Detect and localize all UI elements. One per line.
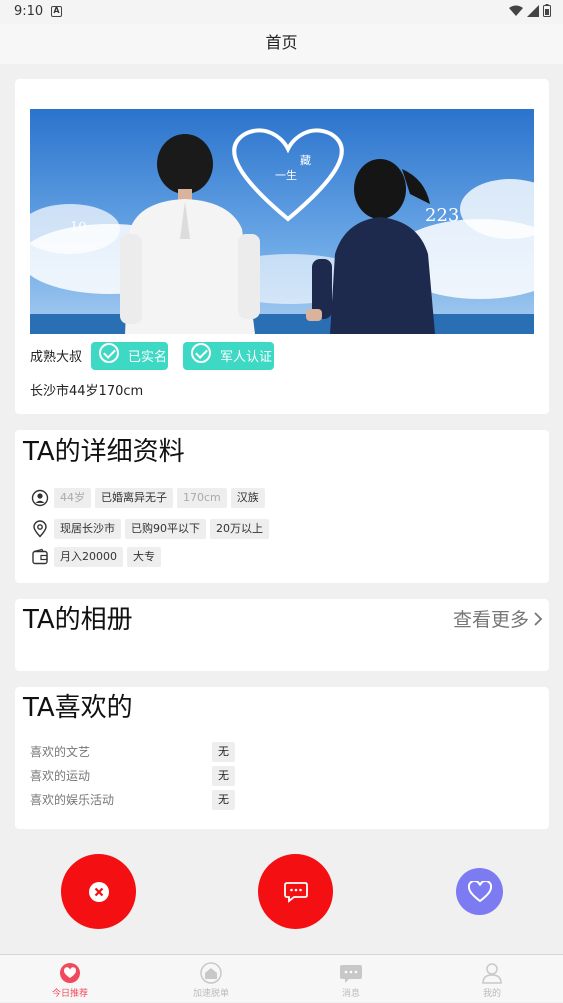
like-row-entertainment: 喜欢的娱乐活动 无 — [30, 790, 330, 815]
user-icon — [482, 963, 502, 984]
chevron-right-icon — [534, 611, 543, 626]
top-app-bar: 首页 — [0, 24, 563, 64]
likes-list: 喜欢的文艺 无 喜欢的运动 无 喜欢的娱乐活动 无 — [30, 742, 330, 815]
tag-housing: 已购90平以下 — [125, 519, 206, 539]
tag-height: 170cm — [177, 488, 227, 508]
verified-badge-label: 已实名 — [128, 350, 168, 365]
chat-icon — [283, 881, 308, 903]
photo-text-1: 一生 — [275, 168, 297, 182]
view-more-link[interactable]: 查看更多 — [453, 605, 543, 632]
nickname: 成熟大叔 — [30, 350, 83, 365]
notification-icon: A — [51, 6, 62, 17]
photo-text-3: 10 — [70, 220, 87, 235]
home-icon — [200, 962, 222, 984]
close-icon — [88, 881, 109, 902]
like-row-sports: 喜欢的运动 无 — [30, 766, 330, 791]
tag-education: 大专 — [127, 547, 161, 567]
view-more-label: 查看更多 — [452, 609, 529, 631]
album-title: TA的相册 — [23, 605, 133, 635]
like-button[interactable] — [456, 868, 503, 915]
like-row-arts: 喜欢的文艺 无 — [30, 742, 330, 767]
check-icon — [99, 343, 119, 363]
like-label: 喜欢的运动 — [30, 769, 91, 783]
location-age-height: 长沙市44岁170cm — [30, 384, 144, 399]
likes-card: TA喜欢的 喜欢的文艺 无 喜欢的运动 无 喜欢的娱乐活动 无 — [15, 687, 549, 829]
like-value: 无 — [212, 766, 235, 786]
verified-badge: 已实名 — [91, 342, 168, 370]
profile-photo[interactable]: 一生 藏 10 223 — [30, 109, 534, 334]
details-row-basic: 44岁 已婚离异无子 170cm 汉族 — [31, 488, 265, 508]
photo-text-4: 223 — [425, 205, 459, 226]
system-icons — [509, 4, 551, 17]
tag-ethnicity: 汉族 — [230, 488, 265, 508]
tag-assets: 20万以上 — [210, 519, 269, 539]
tag-income: 月入20000 — [54, 547, 123, 567]
heart-icon — [60, 963, 80, 983]
tab-messages[interactable]: 消息 — [281, 955, 421, 1003]
tab-recommend[interactable]: 今日推荐 — [0, 955, 140, 1003]
military-badge: 军人认证 — [183, 342, 274, 370]
details-title: TA的详细资料 — [23, 437, 185, 467]
like-label: 喜欢的娱乐活动 — [30, 793, 115, 807]
dismiss-button[interactable] — [61, 854, 136, 929]
tab-label: 我的 — [482, 989, 501, 999]
album-card: TA的相册 查看更多 — [15, 599, 549, 671]
page-title: 首页 — [265, 33, 298, 52]
tab-label: 今日推荐 — [51, 989, 88, 999]
tab-label: 加速脱单 — [192, 989, 229, 999]
likes-title: TA喜欢的 — [23, 693, 133, 723]
wallet-icon — [32, 548, 48, 565]
details-row-income: 月入20000 大专 — [31, 547, 161, 567]
tab-speed-dating[interactable]: 加速脱单 — [141, 955, 281, 1003]
profile-card: 一生 藏 10 223 成熟大叔 已实名 军人认证 长沙市44岁170cm — [15, 79, 549, 414]
wifi-icon — [509, 5, 523, 16]
details-row-residence: 现居长沙市 已购90平以下 20万以上 — [31, 519, 269, 539]
status-bar: 9:10 A — [0, 0, 563, 24]
message-button[interactable] — [258, 854, 333, 929]
military-badge-label: 军人认证 — [220, 350, 273, 365]
status-time: 9:10 — [14, 4, 44, 19]
tag-marital: 已婚离异无子 — [95, 488, 173, 508]
person-icon — [31, 489, 49, 507]
like-value: 无 — [212, 742, 235, 762]
message-icon — [340, 965, 362, 983]
tag-age: 44岁 — [54, 488, 91, 508]
tab-profile[interactable]: 我的 — [422, 955, 562, 1003]
bottom-tab-bar: 今日推荐 加速脱单 消息 我的 — [0, 954, 563, 1002]
tag-residence: 现居长沙市 — [54, 519, 121, 539]
like-value: 无 — [212, 790, 235, 810]
tab-label: 消息 — [341, 989, 360, 999]
heart-icon — [467, 880, 492, 902]
check-icon — [191, 343, 211, 363]
photo-text-2: 藏 — [300, 154, 311, 167]
battery-icon — [543, 4, 551, 17]
signal-icon — [527, 4, 539, 17]
like-label: 喜欢的文艺 — [30, 745, 91, 759]
details-card: TA的详细资料 44岁 已婚离异无子 170cm 汉族 现居长沙市 已购90平以… — [15, 430, 549, 583]
location-pin-icon — [33, 520, 47, 538]
